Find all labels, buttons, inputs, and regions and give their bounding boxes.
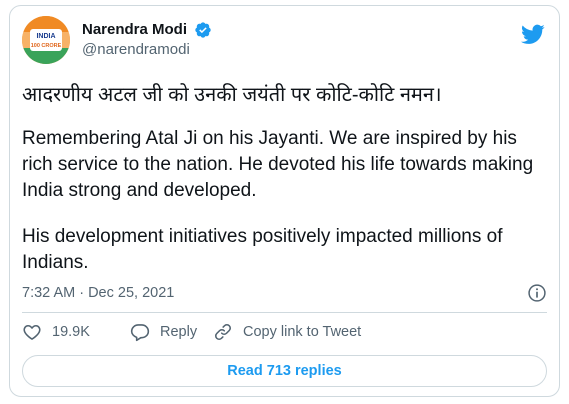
reply-button[interactable]: Reply: [130, 320, 197, 344]
link-icon: [215, 324, 231, 340]
reply-icon: [130, 324, 150, 342]
tweet-text: आदरणीय अटल जी को उनकी जयंती पर कोटि-कोटि…: [22, 82, 542, 296]
tweet-card: INDIA 100 CRORE Narendra Modi @narendram…: [9, 5, 560, 397]
verified-badge-icon: [195, 22, 212, 38]
like-count: 19.9K: [52, 324, 90, 340]
tweet-actions: 19.9K Reply Copy link to Tweet: [22, 320, 547, 344]
like-button[interactable]: 19.9K: [22, 320, 90, 344]
name-block: Narendra Modi @narendramodi: [82, 20, 212, 60]
tweet-hindi-line: आदरणीय अटल जी को उनकी जयंती पर कोटि-कोटि…: [22, 84, 442, 106]
reply-label: Reply: [160, 324, 198, 340]
copy-link-button[interactable]: Copy link to Tweet: [213, 320, 361, 344]
display-name[interactable]: Narendra Modi: [82, 20, 187, 40]
read-replies-button[interactable]: Read 713 replies: [22, 355, 547, 387]
divider: [22, 312, 547, 313]
user-handle[interactable]: @narendramodi: [82, 40, 212, 60]
tweet-paragraph-1: Remembering Atal Ji on his Jayanti. We a…: [22, 128, 534, 201]
avatar[interactable]: INDIA 100 CRORE: [22, 16, 70, 64]
copy-link-label: Copy link to Tweet: [243, 324, 362, 340]
tweet-meta-row: 7:32 AM · Dec 25, 2021: [22, 282, 547, 304]
tweet-timestamp[interactable]: 7:32 AM · Dec 25, 2021: [22, 285, 174, 301]
info-icon[interactable]: [527, 283, 547, 303]
avatar-badge-text: INDIA: [36, 33, 55, 40]
avatar-badge-subtext: 100 CRORE: [31, 43, 62, 49]
heart-icon: [23, 324, 41, 340]
twitter-bird-icon[interactable]: [521, 22, 545, 46]
tweet-header: INDIA 100 CRORE Narendra Modi @narendram…: [22, 16, 547, 64]
tweet-paragraph-2: His development initiatives positively i…: [22, 226, 503, 273]
